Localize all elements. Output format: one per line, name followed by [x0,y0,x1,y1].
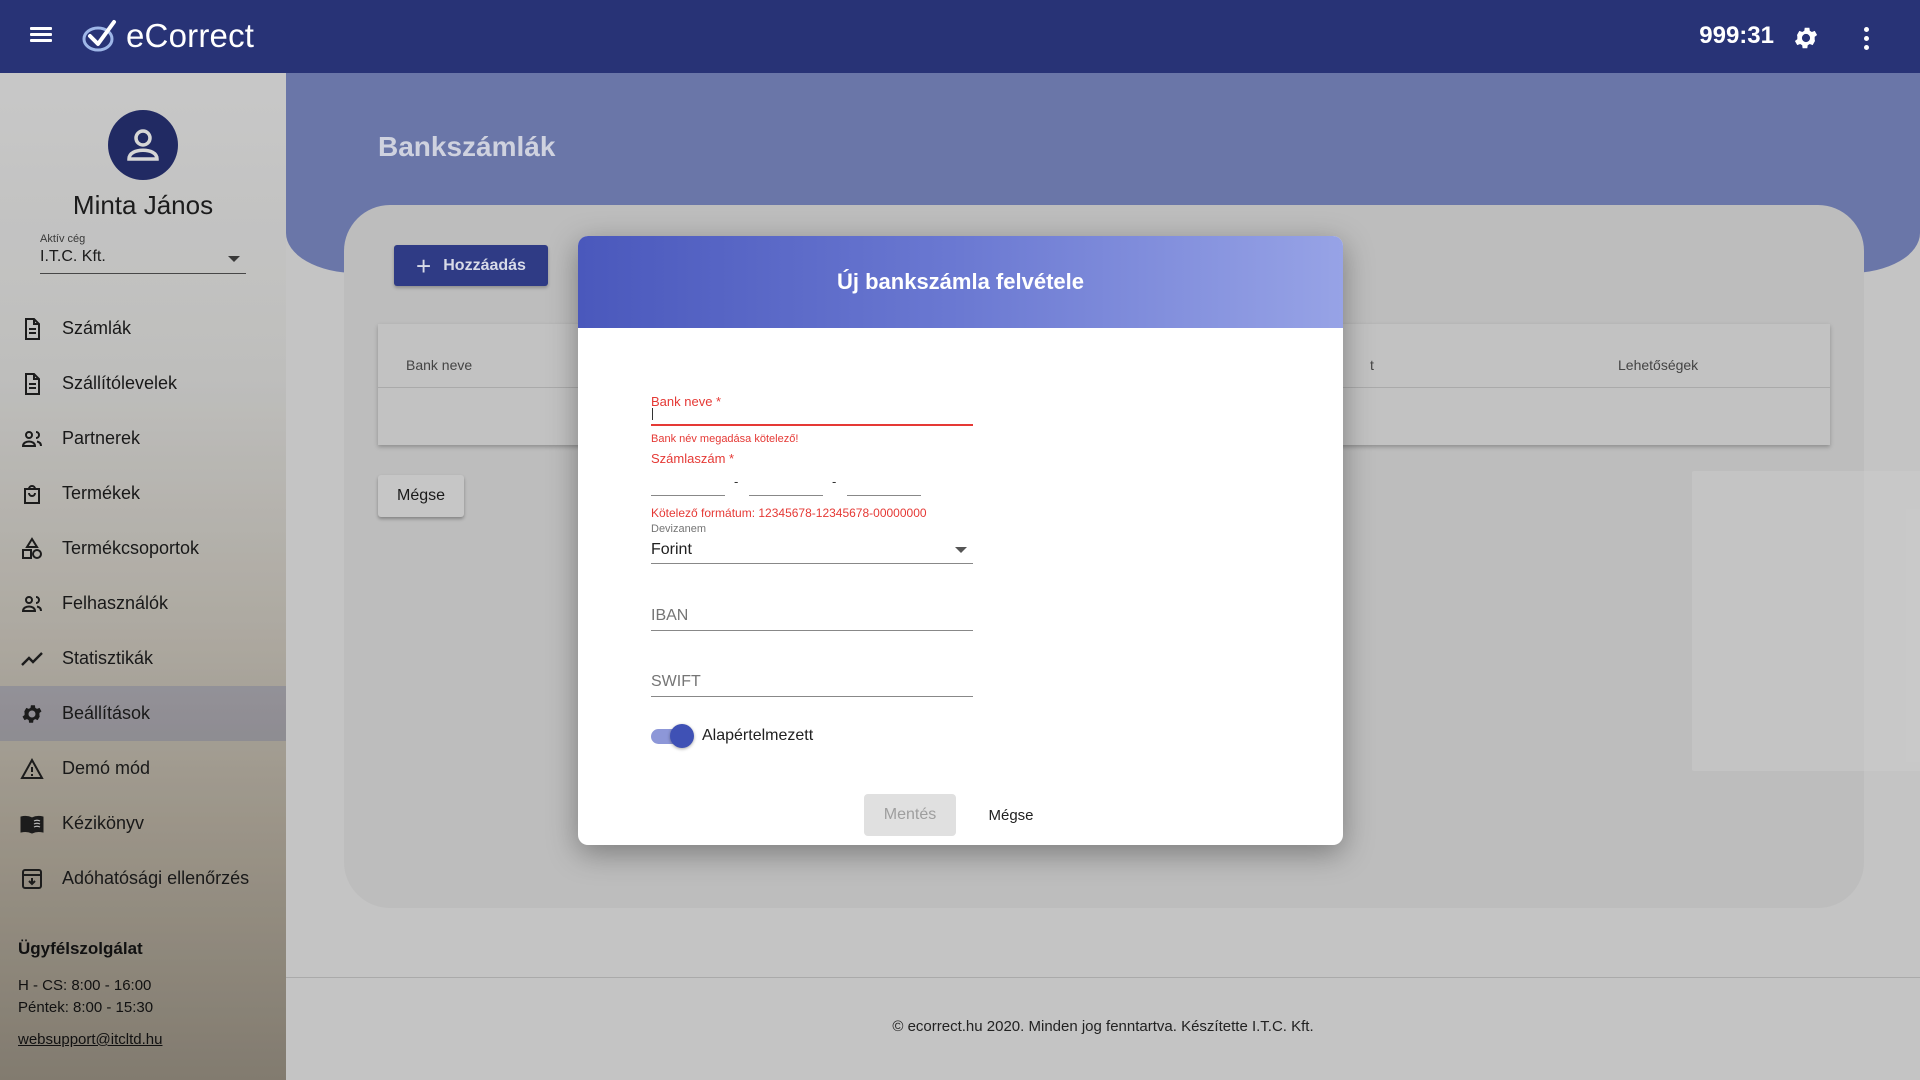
sidebar-item-szallitolevelek[interactable]: Szállítólevelek [0,356,286,411]
avatar[interactable] [108,110,178,180]
new-bank-account-dialog: Új bankszámla felvétele Bank neve * Bank… [578,236,1343,845]
sidebar-item-felhasznalok[interactable]: Felhasználók [0,576,286,631]
user-name: Minta János [72,190,214,220]
book-icon [20,815,44,834]
category-icon [22,536,42,559]
sidebar-item-label: Számlák [62,318,132,338]
account-number-part-2[interactable] [749,466,823,496]
sidebar-item-label: Partnerek [62,428,141,448]
toggle-knob [670,724,694,748]
swift-placeholder: SWIFT [651,673,701,690]
menu-icon[interactable] [26,24,56,50]
sidebar-item-beallitasok[interactable]: Beállítások [0,686,286,741]
people-icon [21,430,42,447]
sidebar-nav: Számlák Szállítólevelek Partnerek Termék… [0,301,286,906]
sidebar-item-label: Termékek [62,483,141,503]
person-icon [127,129,159,161]
column-header-partial[interactable]: t [1370,357,1374,373]
bank-name-input[interactable]: Bank neve * [651,386,973,426]
iban-placeholder: IBAN [651,607,689,624]
text-cursor [652,408,653,420]
account-number-error: Kötelező formátum: 12345678-12345678-000… [651,506,927,520]
account-number-label: Számlaszám * [651,451,735,466]
gear-icon [22,704,42,723]
people-icon [21,595,42,612]
currency-label: Devizanem [651,523,707,535]
sidebar: Minta János Aktív cég I.T.C. Kft. Számlá… [0,73,286,1080]
app-name: eCorrect [126,17,255,54]
app-logo[interactable]: eCorrect [80,16,254,56]
iban-input[interactable]: IBAN [651,601,973,631]
dialog-cancel-button[interactable]: Mégse [972,794,1050,836]
shopping-bag-icon [24,484,40,504]
footer: © ecorrect.hu 2020. Minden jog fenntartv… [286,977,1920,1080]
sidebar-item-termekcsoportok[interactable]: Termékcsoportok [0,521,286,576]
default-toggle-label: Alapértelmezett [702,727,814,744]
account-number-input-group: - - [651,466,973,496]
sidebar-item-szamlak[interactable]: Számlák [0,301,286,356]
sidebar-item-label: Demó mód [62,758,151,778]
dialog-title: Új bankszámla felvétele [836,269,1084,294]
column-header-options: Lehetőségek [1618,357,1699,373]
account-number-part-3[interactable] [847,466,921,496]
chevron-down-icon [955,547,967,553]
sidebar-item-kezikonyv[interactable]: Kézikönyv [0,796,286,851]
more-vert-icon[interactable] [1856,24,1876,52]
sidebar-item-label: Kézikönyv [62,813,145,833]
logo-check-icon [82,20,116,52]
currency-select[interactable]: Forint [651,536,973,564]
bank-name-error: Bank név megadása kötelező! [651,433,799,445]
sidebar-item-label: Adóhatósági ellenőrzés [62,868,250,888]
add-button-label: Hozzáadás [443,256,526,274]
page-cancel-button[interactable]: Mégse [378,475,464,517]
archive-icon [22,868,42,889]
document-icon [25,372,40,395]
plus-icon: + [416,250,432,281]
sidebar-item-termekek[interactable]: Termékek [0,466,286,521]
bank-name-label: Bank neve * [651,394,722,409]
sidebar-item-label: Felhasználók [62,593,169,613]
company-label: Aktív cég [40,233,86,245]
currency-value: Forint [651,541,692,558]
add-button[interactable]: + Hozzáadás [394,245,548,286]
swift-input[interactable]: SWIFT [651,667,973,697]
dialog-header: Új bankszámla felvétele [578,236,1343,328]
sidebar-item-adohatosagi-ellenorzes[interactable]: Adóhatósági ellenőrzés [0,851,286,906]
support-title: Ügyfélszolgálat [18,939,143,958]
warning-icon [20,757,44,779]
column-header-bank-name[interactable]: Bank neve [406,357,472,373]
sidebar-item-label: Szállítólevelek [62,373,178,393]
support-hours-weekdays: H - CS: 8:00 - 16:00 [18,977,152,994]
page-title: Bankszámlák [378,131,556,162]
document-icon [25,317,40,340]
company-value: I.T.C. Kft. [40,248,106,265]
support-hours-friday: Péntek: 8:00 - 15:30 [18,999,154,1016]
support-info: Ügyfélszolgálat H - CS: 8:00 - 16:00 Pén… [18,939,162,1049]
dialog-actions: Mentés Mégse [578,794,1343,836]
chevron-down-icon [228,256,240,262]
sidebar-item-label: Statisztikák [62,648,154,668]
account-number-part-1[interactable] [651,466,725,496]
sidebar-item-label: Beállítások [62,703,151,723]
help-panel-dimmed [1692,471,1920,771]
toggle-switch[interactable] [651,724,694,748]
top-app-bar: eCorrect 999:31 [0,0,1920,73]
sidebar-item-statisztikak[interactable]: Statisztikák [0,631,286,686]
save-button[interactable]: Mentés [864,794,956,836]
default-toggle[interactable]: Alapértelmezett [651,721,813,751]
session-timer: 999:31 [1699,22,1774,49]
account-separator: - [832,474,837,489]
account-separator: - [734,474,739,489]
sidebar-item-demo-mod[interactable]: Demó mód [0,741,286,796]
company-select[interactable]: I.T.C. Kft. [40,248,246,274]
sidebar-item-partnerek[interactable]: Partnerek [0,411,286,466]
trending-icon [21,651,43,666]
settings-gear-icon[interactable] [1792,24,1820,52]
sidebar-item-label: Termékcsoportok [62,538,200,558]
support-email-link[interactable]: websupport@itcltd.hu [18,1031,162,1048]
footer-copyright: © ecorrect.hu 2020. Minden jog fenntartv… [892,1018,1314,1035]
